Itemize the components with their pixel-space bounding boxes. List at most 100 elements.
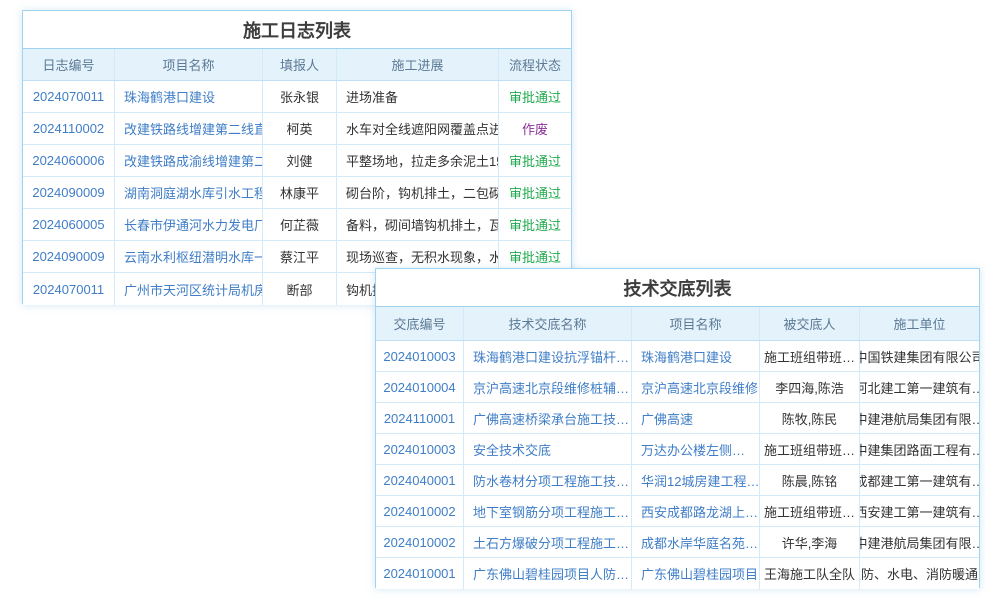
construction-unit-cell: 中建集团路面工程有… — [860, 434, 979, 464]
status-badge: 审批通过 — [499, 177, 571, 208]
project-name-link[interactable]: 广东佛山碧桂园项目 — [632, 558, 760, 589]
reporter-cell: 何芷薇 — [263, 209, 337, 240]
table-row: 2024060005 长春市伊通河水力发电厂… 何芷薇 备料，砌间墙钩机排土，瓦… — [23, 209, 571, 241]
receiver-cell: 陈牧,陈民 — [760, 403, 860, 433]
project-name-link[interactable]: 改建铁路线增建第二线直… — [115, 113, 263, 144]
construction-unit-cell: 中国铁建集团有限公司 — [860, 341, 979, 371]
construction-unit-cell: 成都建工第一建筑有… — [860, 465, 979, 495]
disclosure-id-link[interactable]: 2024010004 — [376, 372, 464, 402]
construction-log-header-row: 日志编号 项目名称 填报人 施工进展 流程状态 — [23, 49, 571, 81]
disclosure-name-link[interactable]: 珠海鹤港口建设抗浮锚杆… — [464, 341, 632, 371]
project-name-link[interactable]: 改建铁路成渝线增建第二… — [115, 145, 263, 176]
project-name-link[interactable]: 湖南洞庭湖水库引水工程… — [115, 177, 263, 208]
construction-unit-cell: 西安建工第一建筑有… — [860, 496, 979, 526]
column-header-status: 流程状态 — [499, 49, 571, 80]
construction-unit-cell: 人防、水电、消防暖通… — [860, 558, 979, 589]
project-name-link[interactable]: 万达办公楼左侧… — [632, 434, 760, 464]
disclosure-name-link[interactable]: 地下室钢筋分项工程施工… — [464, 496, 632, 526]
status-badge: 审批通过 — [499, 209, 571, 240]
receiver-cell: 王海施工队全队 — [760, 558, 860, 589]
column-header-disclosure-name: 技术交底名称 — [464, 307, 632, 340]
table-row: 2024070011 珠海鹤港口建设 张永银 进场准备 审批通过 — [23, 81, 571, 113]
column-header-reporter: 填报人 — [263, 49, 337, 80]
column-header-progress: 施工进展 — [337, 49, 499, 80]
project-name-link[interactable]: 京沪高速北京段维修 — [632, 372, 760, 402]
log-id-link[interactable]: 2024070011 — [23, 273, 115, 305]
project-name-link[interactable]: 珠海鹤港口建设 — [632, 341, 760, 371]
construction-unit-cell: 河北建工第一建筑有… — [860, 372, 979, 402]
disclosure-id-link[interactable]: 2024010003 — [376, 341, 464, 371]
table-row: 2024110001 广佛高速桥梁承台施工技… 广佛高速 陈牧,陈民 中建港航局… — [376, 403, 979, 434]
table-row: 2024090009 湖南洞庭湖水库引水工程… 林康平 砌台阶，钩机排土，二包砌… — [23, 177, 571, 209]
technical-disclosure-title: 技术交底列表 — [376, 269, 979, 307]
project-name-link[interactable]: 云南水利枢纽潜明水库一… — [115, 241, 263, 272]
disclosure-id-link[interactable]: 2024110001 — [376, 403, 464, 433]
receiver-cell: 施工班组带班… — [760, 496, 860, 526]
disclosure-name-link[interactable]: 广东佛山碧桂园项目人防… — [464, 558, 632, 589]
table-row: 2024110002 改建铁路线增建第二线直… 柯英 水车对全线遮阳网覆盖点进…… — [23, 113, 571, 145]
disclosure-id-link[interactable]: 2024010002 — [376, 496, 464, 526]
disclosure-name-link[interactable]: 安全技术交底 — [464, 434, 632, 464]
technical-disclosure-panel: 技术交底列表 交底编号 技术交底名称 项目名称 被交底人 施工单位 202401… — [375, 268, 980, 588]
construction-log-panel: 施工日志列表 日志编号 项目名称 填报人 施工进展 流程状态 202407001… — [22, 10, 572, 304]
table-row: 2024010002 土石方爆破分项工程施工… 成都水岸华庭名苑… 许华,李海 … — [376, 527, 979, 558]
reporter-cell: 柯英 — [263, 113, 337, 144]
disclosure-header-row: 交底编号 技术交底名称 项目名称 被交底人 施工单位 — [376, 307, 979, 341]
disclosure-name-link[interactable]: 防水卷材分项工程施工技… — [464, 465, 632, 495]
progress-cell: 备料，砌间墙钩机排土，瓦… — [337, 209, 499, 240]
column-header-project-name: 项目名称 — [632, 307, 760, 340]
disclosure-name-link[interactable]: 京沪高速北京段维修桩辅… — [464, 372, 632, 402]
reporter-cell: 张永银 — [263, 81, 337, 112]
table-row: 2024010003 安全技术交底 万达办公楼左侧… 施工班组带班… 中建集团路… — [376, 434, 979, 465]
log-id-link[interactable]: 2024070011 — [23, 81, 115, 112]
project-name-link[interactable]: 华润12城房建工程… — [632, 465, 760, 495]
log-id-link[interactable]: 2024090009 — [23, 177, 115, 208]
disclosure-id-link[interactable]: 2024040001 — [376, 465, 464, 495]
log-id-link[interactable]: 2024090009 — [23, 241, 115, 272]
table-row: 2024040001 防水卷材分项工程施工技… 华润12城房建工程… 陈晨,陈铭… — [376, 465, 979, 496]
disclosure-name-link[interactable]: 土石方爆破分项工程施工… — [464, 527, 632, 557]
progress-cell: 砌台阶，钩机排土，二包砌… — [337, 177, 499, 208]
receiver-cell: 施工班组带班… — [760, 434, 860, 464]
column-header-disclosure-id: 交底编号 — [376, 307, 464, 340]
disclosure-name-link[interactable]: 广佛高速桥梁承台施工技… — [464, 403, 632, 433]
status-badge: 审批通过 — [499, 145, 571, 176]
table-row: 2024010001 广东佛山碧桂园项目人防… 广东佛山碧桂园项目 王海施工队全… — [376, 558, 979, 589]
project-name-link[interactable]: 长春市伊通河水力发电厂… — [115, 209, 263, 240]
receiver-cell: 李四海,陈浩 — [760, 372, 860, 402]
column-header-log-id: 日志编号 — [23, 49, 115, 80]
log-id-link[interactable]: 2024060005 — [23, 209, 115, 240]
table-row: 2024060006 改建铁路成渝线增建第二… 刘健 平整场地，拉走多余泥土15… — [23, 145, 571, 177]
reporter-cell: 刘健 — [263, 145, 337, 176]
project-name-link[interactable]: 成都水岸华庭名苑… — [632, 527, 760, 557]
table-row: 2024010002 地下室钢筋分项工程施工… 西安成都路龙湖上… 施工班组带班… — [376, 496, 979, 527]
disclosure-id-link[interactable]: 2024010003 — [376, 434, 464, 464]
status-badge: 作废 — [499, 113, 571, 144]
table-row: 2024010004 京沪高速北京段维修桩辅… 京沪高速北京段维修 李四海,陈浩… — [376, 372, 979, 403]
progress-cell: 平整场地，拉走多余泥土15… — [337, 145, 499, 176]
reporter-cell: 蔡江平 — [263, 241, 337, 272]
receiver-cell: 施工班组带班… — [760, 341, 860, 371]
receiver-cell: 陈晨,陈铭 — [760, 465, 860, 495]
progress-cell: 水车对全线遮阳网覆盖点进… — [337, 113, 499, 144]
progress-cell: 进场准备 — [337, 81, 499, 112]
column-header-construction-unit: 施工单位 — [860, 307, 979, 340]
project-name-link[interactable]: 广佛高速 — [632, 403, 760, 433]
disclosure-id-link[interactable]: 2024010001 — [376, 558, 464, 589]
disclosure-id-link[interactable]: 2024010002 — [376, 527, 464, 557]
log-id-link[interactable]: 2024110002 — [23, 113, 115, 144]
table-row: 2024010003 珠海鹤港口建设抗浮锚杆… 珠海鹤港口建设 施工班组带班… … — [376, 341, 979, 372]
project-name-link[interactable]: 西安成都路龙湖上… — [632, 496, 760, 526]
receiver-cell: 许华,李海 — [760, 527, 860, 557]
construction-log-title: 施工日志列表 — [23, 11, 571, 49]
column-header-project-name: 项目名称 — [115, 49, 263, 80]
project-name-link[interactable]: 珠海鹤港口建设 — [115, 81, 263, 112]
project-name-link[interactable]: 广州市天河区统计局机房… — [115, 273, 263, 305]
reporter-cell: 断部 — [263, 273, 337, 305]
status-badge: 审批通过 — [499, 81, 571, 112]
reporter-cell: 林康平 — [263, 177, 337, 208]
log-id-link[interactable]: 2024060006 — [23, 145, 115, 176]
column-header-receiver: 被交底人 — [760, 307, 860, 340]
construction-unit-cell: 中建港航局集团有限… — [860, 403, 979, 433]
construction-unit-cell: 中建港航局集团有限… — [860, 527, 979, 557]
